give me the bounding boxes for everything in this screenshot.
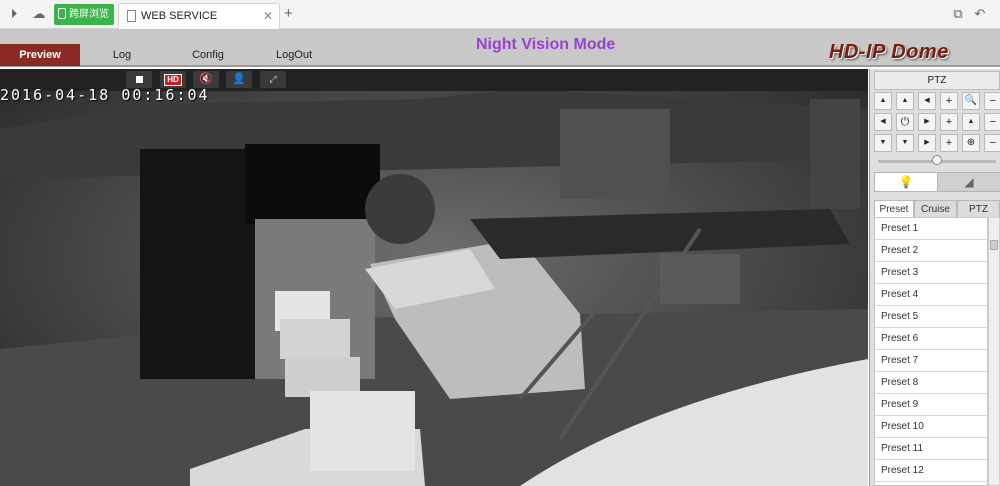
camera-scene	[0, 69, 868, 486]
preset-item[interactable]: Preset 1	[875, 218, 987, 240]
close-tab-icon[interactable]: ✕	[263, 4, 273, 28]
preset-item[interactable]: Preset 11	[875, 438, 987, 460]
zoom-icon[interactable]: 🔍	[962, 92, 980, 110]
preset-scrollbar[interactable]	[988, 217, 1000, 486]
sidebar-toggle-icon[interactable]: ⏵	[6, 6, 22, 22]
zoom-in-button[interactable]: +	[940, 92, 958, 110]
speaker-muted-icon: 🔇	[199, 73, 213, 85]
preset-item[interactable]: Preset 10	[875, 416, 987, 438]
preset-item[interactable]: Preset 4	[875, 284, 987, 306]
stop-icon	[135, 76, 143, 83]
lightbulb-icon: 💡	[898, 175, 914, 189]
ptz-header: PTZ	[874, 71, 1000, 90]
preset-item[interactable]: Preset 5	[875, 306, 987, 328]
nav-preview[interactable]: Preview	[0, 44, 80, 66]
preset-list: Preset 1 Preset 2 Preset 3 Preset 4 Preset 5…	[874, 217, 988, 486]
app-header: Preview Log Config LogOut Night Vision M…	[0, 29, 1000, 67]
nav-config[interactable]: Config	[180, 44, 236, 66]
ptz-speed-slider-thumb[interactable]	[932, 155, 942, 165]
browser-tab-bar: ⏵ ☁ 跨屏浏览 WEB SERVICE ✕ + ⧉ ↶	[0, 0, 1000, 29]
ptz-panel: PTZ ▲ ▲ ◀ + 🔍 − ◀ ⏻ ▶ + ▲ − ▼ ▼ ▶ + ⊕ − …	[869, 69, 1000, 486]
iris-icon[interactable]: ⊕	[962, 134, 980, 152]
ptz-auto-icon[interactable]: ⏻	[896, 113, 914, 131]
tab-title: WEB SERVICE	[141, 10, 218, 22]
preset-item[interactable]: Preset 9	[875, 394, 987, 416]
ptz-down-button[interactable]: ▼	[896, 134, 914, 152]
preset-item[interactable]: Preset 3	[875, 262, 987, 284]
preset-item[interactable]: Preset 12	[875, 460, 987, 482]
iris-close-button[interactable]: −	[984, 134, 1000, 152]
talk-button[interactable]: 👤	[226, 71, 252, 88]
wiper-icon: ◢	[964, 175, 974, 189]
cross-screen-tab[interactable]: 跨屏浏览	[54, 4, 114, 25]
nav-log[interactable]: Log	[98, 44, 146, 66]
restore-window-icon[interactable]: ⧉	[950, 6, 966, 22]
mode-title: Night Vision Mode	[476, 36, 616, 53]
ptz-left-button[interactable]: ◀	[874, 113, 892, 131]
ptz-down-right-button[interactable]: ▶	[918, 134, 936, 152]
preset-item[interactable]: Preset 8	[875, 372, 987, 394]
brand-logo: HD-IP Dome	[829, 41, 949, 63]
video-timestamp: 2016-04-18 00:16:04	[0, 86, 210, 104]
wiper-toggle-button[interactable]: ◢	[937, 172, 1000, 192]
iris-open-button[interactable]: +	[940, 134, 958, 152]
scrollbar-thumb[interactable]	[990, 240, 998, 250]
focus-in-button[interactable]: +	[940, 113, 958, 131]
cloud-icon[interactable]: ☁	[31, 6, 47, 22]
preset-item[interactable]: Preset 7	[875, 350, 987, 372]
ptz-up-right-button[interactable]: ◀	[918, 92, 936, 110]
preset-item[interactable]: Preset 6	[875, 328, 987, 350]
browser-tab-web-service[interactable]: WEB SERVICE ✕	[118, 3, 280, 29]
ptz-tabs: Preset Cruise PTZ	[874, 200, 1000, 218]
zoom-out-button[interactable]: −	[984, 92, 1000, 110]
focus-out-button[interactable]: −	[984, 113, 1000, 131]
light-toggle-button[interactable]: 💡	[874, 172, 938, 192]
fullscreen-button[interactable]: ⤢	[260, 71, 286, 88]
ptz-up-left-button[interactable]: ▲	[874, 92, 892, 110]
undo-icon[interactable]: ↶	[972, 6, 988, 22]
ptz-down-left-button[interactable]: ▼	[874, 134, 892, 152]
hd-badge: HD	[164, 74, 182, 86]
live-video[interactable]	[0, 69, 868, 486]
page-icon	[127, 10, 136, 22]
ptz-right-button[interactable]: ▶	[918, 113, 936, 131]
tab-ptz[interactable]: PTZ	[957, 200, 1000, 218]
ptz-up-button[interactable]: ▲	[896, 92, 914, 110]
phone-icon	[58, 8, 66, 19]
cross-screen-label: 跨屏浏览	[69, 9, 109, 20]
focus-icon[interactable]: ▲	[962, 113, 980, 131]
new-tab-icon[interactable]: +	[284, 5, 293, 22]
tab-preset[interactable]: Preset	[874, 200, 914, 218]
preset-item[interactable]: Preset 2	[875, 240, 987, 262]
tab-cruise[interactable]: Cruise	[914, 200, 957, 218]
expand-icon: ⤢	[269, 74, 277, 84]
person-icon: 👤	[232, 73, 246, 85]
nav-logout[interactable]: LogOut	[268, 44, 320, 66]
